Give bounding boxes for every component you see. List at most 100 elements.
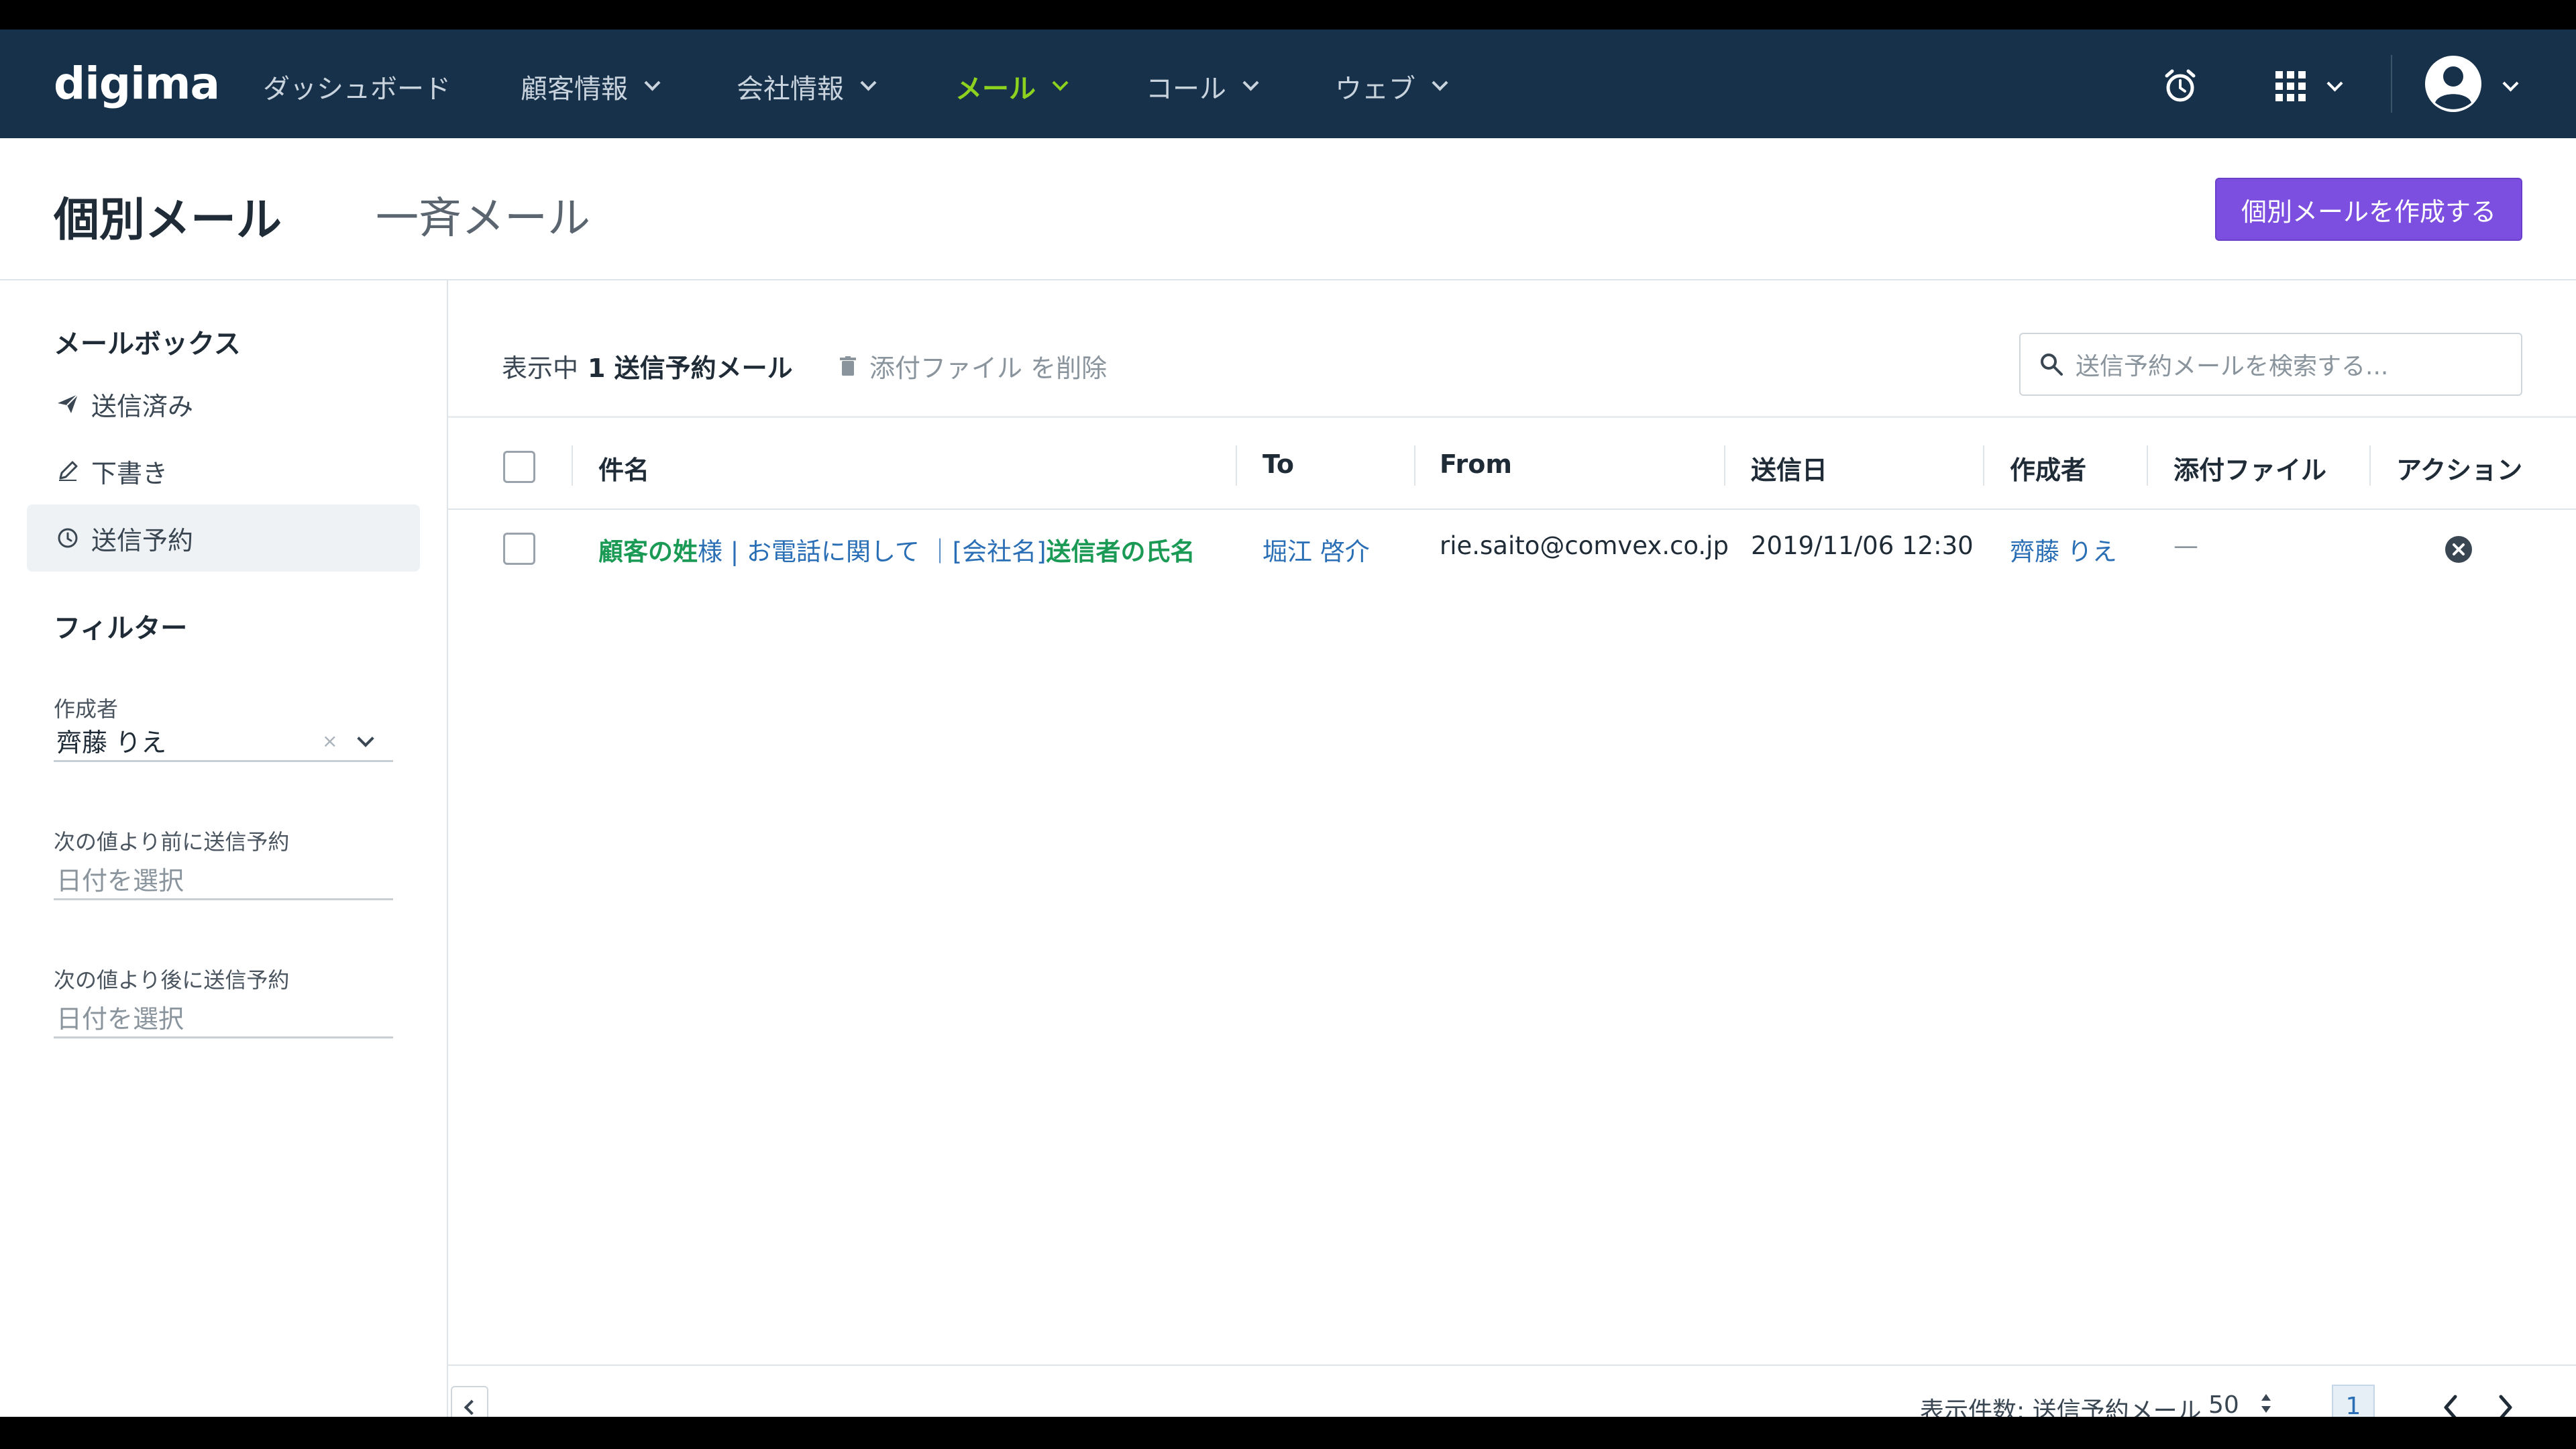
delete-attachments-label: 添付ファイル を削除 xyxy=(869,354,1108,383)
nav-customers-label: 顧客情報 xyxy=(521,74,628,105)
row-sent-date: 2019/11/06 12:30 xyxy=(1751,531,1974,560)
row-from: rie.saito@comvex.co.jp xyxy=(1440,531,1729,560)
search-input[interactable]: 送信予約メールを検索する... xyxy=(2019,333,2522,396)
column-separator xyxy=(1236,445,1237,486)
per-page-label: 表示件数: 送信予約メール xyxy=(1920,1397,2202,1417)
column-header-attachments[interactable]: 添付ファイル xyxy=(2174,449,2326,486)
row-author-link[interactable]: 齊藤 りえ xyxy=(2010,531,2117,568)
chevron-down-icon xyxy=(1432,74,1448,91)
select-all-checkbox[interactable] xyxy=(503,451,535,483)
sidebar-item-label: 送信済み xyxy=(91,391,194,421)
table-header-divider xyxy=(448,508,2576,510)
chevron-down-icon[interactable] xyxy=(2502,75,2519,92)
per-page-select[interactable]: 50 xyxy=(2208,1391,2272,1417)
row-attachment: — xyxy=(2174,531,2198,560)
user-avatar-icon[interactable] xyxy=(2423,54,2483,117)
nav-dashboard-label: ダッシュボード xyxy=(263,74,451,105)
sidebar-divider xyxy=(447,280,448,1417)
column-header-to[interactable]: To xyxy=(1263,449,1294,479)
sidebar-item-sent[interactable]: 送信済み xyxy=(27,370,420,437)
delete-attachments-button[interactable]: 添付ファイル を削除 xyxy=(840,347,1107,384)
nav-web-label: ウェブ xyxy=(1335,74,1415,105)
per-page-value: 50 xyxy=(2208,1391,2239,1417)
column-header-author[interactable]: 作成者 xyxy=(2010,449,2086,486)
trash-icon xyxy=(840,356,856,376)
after-date-placeholder: 日付を選択 xyxy=(56,1004,184,1034)
sidebar-item-drafts[interactable]: 下書き xyxy=(27,437,420,504)
nav-divider xyxy=(2391,55,2392,113)
top-navbar: digima ダッシュボード 顧客情報 会社情報 メール コール ウェブ xyxy=(0,30,2576,138)
apps-grid-icon[interactable] xyxy=(2275,71,2306,105)
nav-mail[interactable]: メール xyxy=(955,67,1069,106)
page-number-current[interactable]: 1 xyxy=(2332,1385,2375,1417)
column-separator xyxy=(2147,445,2148,486)
before-date-label: 次の値より前に送信予約 xyxy=(54,829,290,855)
header-divider xyxy=(0,279,2576,280)
chevron-down-icon xyxy=(860,74,877,91)
subject-part: 顧客の姓 xyxy=(598,537,698,566)
nav-call[interactable]: コール xyxy=(1146,67,1259,106)
pencil-icon xyxy=(55,458,80,484)
column-separator xyxy=(1414,445,1415,486)
after-date-label: 次の値より後に送信予約 xyxy=(54,967,290,993)
clear-filter-icon[interactable]: × xyxy=(322,730,337,752)
sort-arrows-icon xyxy=(2260,1392,2272,1417)
nav-customers[interactable]: 顧客情報 xyxy=(521,67,661,106)
next-page-icon[interactable] xyxy=(2496,1394,2516,1417)
alarm-clock-icon[interactable] xyxy=(2161,67,2199,107)
before-date-input[interactable]: 日付を選択 xyxy=(54,860,393,900)
nav-companies-label: 会社情報 xyxy=(737,74,844,105)
chevron-down-icon xyxy=(644,74,661,91)
nav-companies[interactable]: 会社情報 xyxy=(737,67,877,106)
search-placeholder: 送信予約メールを検索する... xyxy=(2076,353,2389,380)
result-count: 表示中 1 送信予約メール xyxy=(502,347,793,384)
digima-logo[interactable]: digima xyxy=(54,58,220,109)
column-header-sent-date[interactable]: 送信日 xyxy=(1751,449,1827,486)
collapse-sidebar-button[interactable] xyxy=(451,1386,488,1417)
chevron-down-icon[interactable] xyxy=(2326,75,2343,92)
clock-icon xyxy=(55,525,80,551)
after-date-input[interactable]: 日付を選択 xyxy=(54,998,393,1038)
row-checkbox[interactable] xyxy=(503,533,535,565)
sidebar-item-scheduled[interactable]: 送信予約 xyxy=(27,504,420,572)
column-header-actions: アクション xyxy=(2396,455,2523,485)
before-date-placeholder: 日付を選択 xyxy=(56,866,184,896)
chevron-down-icon xyxy=(1052,74,1069,91)
mailbox-heading: メールボックス xyxy=(54,329,241,360)
chevron-down-icon xyxy=(1242,74,1259,91)
nav-call-label: コール xyxy=(1146,74,1226,105)
tab-individual-mail[interactable]: 個別メール xyxy=(54,182,282,249)
tab-bulk-mail[interactable]: 一斉メール xyxy=(376,184,590,246)
showing-prefix: 表示中 xyxy=(502,354,579,383)
toolbar-divider xyxy=(448,416,2576,418)
search-icon xyxy=(2039,352,2063,376)
column-separator xyxy=(572,445,573,486)
nav-dashboard[interactable]: ダッシュボード xyxy=(263,67,451,106)
row-to-link[interactable]: 堀江 啓介 xyxy=(1263,531,1370,568)
chevron-left-icon xyxy=(464,1399,480,1415)
author-filter-select[interactable]: 齊藤 りえ xyxy=(54,722,393,762)
showing-count: 1 送信予約メール xyxy=(588,354,793,383)
nav-mail-label: メール xyxy=(955,74,1036,105)
author-filter-value: 齊藤 りえ xyxy=(56,728,167,757)
cancel-schedule-icon[interactable] xyxy=(2445,535,2473,566)
row-subject-link[interactable]: 顧客の姓様 | お電話に関して ｜[会社名]送信者の氏名 xyxy=(598,531,1195,568)
subject-part: 様 | お電話に関して ｜[会社名] xyxy=(698,537,1046,566)
column-separator xyxy=(2369,445,2371,486)
logo-text: digima xyxy=(54,58,220,109)
author-filter-label: 作成者 xyxy=(54,696,119,722)
column-separator xyxy=(1983,445,1984,486)
sidebar-item-label: 下書き xyxy=(91,458,168,488)
subject-part: 送信者の氏名 xyxy=(1046,537,1195,566)
create-individual-mail-button[interactable]: 個別メールを作成する xyxy=(2215,178,2522,241)
column-header-subject[interactable]: 件名 xyxy=(598,449,649,486)
column-header-from[interactable]: From xyxy=(1440,449,1512,479)
column-separator xyxy=(1724,445,1725,486)
nav-web[interactable]: ウェブ xyxy=(1335,67,1448,106)
prev-page-icon[interactable] xyxy=(2440,1394,2461,1417)
paper-plane-icon xyxy=(55,391,80,417)
filter-heading: フィルター xyxy=(54,613,188,644)
footer-divider xyxy=(448,1364,2576,1366)
app-window: digima ダッシュボード 顧客情報 会社情報 メール コール ウェブ 個別メ… xyxy=(0,30,2576,1417)
sidebar-item-label: 送信予約 xyxy=(91,525,194,555)
